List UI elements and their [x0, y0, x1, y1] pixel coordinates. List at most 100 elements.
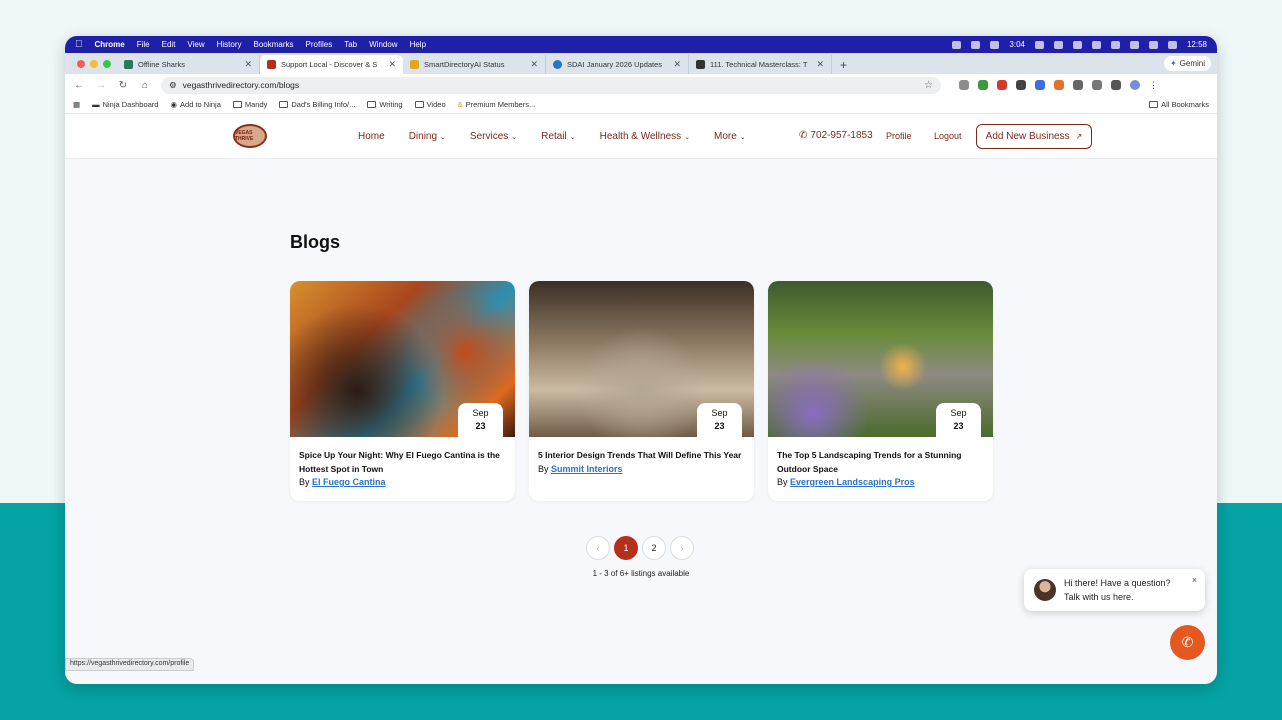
close-tab-icon[interactable]: ✕ — [388, 59, 396, 70]
extension-icon[interactable] — [1054, 80, 1064, 90]
blog-image[interactable]: Sep 23 — [290, 281, 515, 437]
blog-title[interactable]: Spice Up Your Night: Why El Fuego Cantin… — [290, 437, 515, 476]
new-tab-button[interactable]: + — [832, 55, 855, 74]
close-icon[interactable]: × — [1192, 575, 1197, 585]
menu-bookmarks[interactable]: Bookmarks — [254, 40, 294, 49]
menu-help[interactable]: Help — [410, 40, 426, 49]
dropbox-icon[interactable] — [1053, 40, 1063, 49]
close-tab-icon[interactable]: ✕ — [816, 59, 824, 70]
display-icon[interactable] — [1091, 40, 1101, 49]
address-bar[interactable]: ⚙ vegasthrivedirectory.com/blogs ☆ — [161, 76, 941, 94]
back-arrow-icon[interactable]: ← — [73, 80, 85, 91]
chat-prompt[interactable]: Hi there! Have a question? Talk with us … — [1024, 569, 1205, 611]
search-icon[interactable] — [1110, 40, 1120, 49]
control-center-icon[interactable] — [1167, 40, 1177, 49]
bookmark-folder[interactable]: Mandy — [232, 100, 267, 109]
puzzle-icon[interactable] — [1073, 80, 1083, 90]
gemini-button[interactable]: ✦ Gemini — [1163, 56, 1211, 71]
nav-health-wellness[interactable]: Health & Wellness ⌄ — [600, 131, 690, 142]
menu-edit[interactable]: Edit — [162, 40, 176, 49]
extension-icon[interactable] — [1035, 80, 1045, 90]
blog-card[interactable]: Sep 23 5 Interior Design Trends That Wil… — [529, 281, 754, 501]
logout-link[interactable]: Logout — [934, 131, 962, 141]
bookmark-item[interactable]: ◉ Add to Ninja — [170, 100, 220, 109]
apps-grid-icon[interactable]: ▦ — [73, 100, 80, 109]
close-tab-icon[interactable]: ✕ — [530, 59, 538, 70]
extension-icon[interactable] — [978, 80, 988, 90]
profile-link[interactable]: Profile — [886, 131, 912, 141]
minimize-window-button[interactable] — [90, 59, 98, 68]
menu-tab[interactable]: Tab — [344, 40, 357, 49]
site-info-icon[interactable]: ⚙ — [169, 80, 177, 91]
screen-record-icon[interactable] — [971, 40, 981, 49]
blog-card[interactable]: Sep 23 The Top 5 Landscaping Trends for … — [768, 281, 993, 501]
nav-dining[interactable]: Dining ⌄ — [409, 131, 446, 142]
tab-favicon-icon — [124, 60, 133, 69]
next-page-button[interactable]: › — [670, 536, 694, 560]
menu-view[interactable]: View — [187, 40, 204, 49]
menubar-clock[interactable]: 12:58 — [1187, 40, 1207, 49]
close-tab-icon[interactable]: ✕ — [673, 59, 681, 70]
status-icon[interactable] — [990, 40, 1000, 49]
browser-tab[interactable]: Offline Sharks ✕ — [117, 55, 260, 74]
menu-file[interactable]: File — [137, 40, 150, 49]
side-panel-icon[interactable] — [1092, 80, 1102, 90]
site-logo[interactable]: VEGAS THRIVE — [233, 124, 267, 148]
download-icon[interactable] — [1111, 80, 1121, 90]
nav-retail[interactable]: Retail ⌄ — [541, 131, 575, 142]
status-icon[interactable] — [1072, 40, 1082, 49]
author-link[interactable]: Summit Interiors — [551, 464, 623, 474]
browser-tab[interactable]: SDAI January 2026 Updates ✕ — [546, 55, 689, 74]
tab-title: Offline Sharks — [138, 60, 185, 69]
page-button-current[interactable]: 1 — [614, 536, 638, 560]
status-icon[interactable] — [952, 40, 962, 49]
menubar-app-name[interactable]: Chrome — [95, 40, 125, 49]
blog-card[interactable]: Sep 23 Spice Up Your Night: Why El Fuego… — [290, 281, 515, 501]
nav-home[interactable]: Home — [358, 131, 385, 142]
maximize-window-button[interactable] — [103, 59, 111, 68]
author-link[interactable]: Evergreen Landscaping Pros — [790, 477, 915, 487]
battery-icon[interactable] — [1148, 40, 1158, 49]
extension-icon[interactable] — [959, 80, 969, 90]
browser-tab[interactable]: 111. Technical Masterclass: T ✕ — [689, 55, 832, 74]
profile-avatar-icon[interactable] — [1130, 80, 1140, 90]
bookmark-folder[interactable]: Video — [414, 100, 446, 109]
apple-icon[interactable]:  — [75, 39, 83, 50]
add-new-business-button[interactable]: Add New Business ↗ — [976, 124, 1092, 149]
extension-icon[interactable] — [997, 80, 1007, 90]
prev-page-button[interactable]: ‹ — [586, 536, 610, 560]
eyedropper-icon[interactable] — [1016, 80, 1026, 90]
page-button[interactable]: 2 — [642, 536, 666, 560]
wifi-icon[interactable] — [1129, 40, 1139, 49]
browser-tab-active[interactable]: Support Local - Discover & S ✕ — [260, 55, 403, 74]
nav-services[interactable]: Services ⌄ — [470, 131, 517, 142]
battery-time[interactable]: 3:04 — [1009, 40, 1025, 49]
bookmark-folder[interactable]: Dad's Billing Info/... — [279, 100, 355, 109]
external-arrow-icon: ↗ — [1075, 132, 1083, 141]
menu-window[interactable]: Window — [369, 40, 397, 49]
chevron-down-icon: ⌄ — [739, 133, 746, 141]
blog-image[interactable]: Sep 23 — [529, 281, 754, 437]
browser-tab[interactable]: SmartDirectoryAI Status ✕ — [403, 55, 546, 74]
bookmark-item[interactable]: ▬ Ninja Dashboard — [92, 100, 158, 109]
bookmark-star-icon[interactable]: ☆ — [924, 80, 933, 91]
close-window-button[interactable] — [77, 59, 85, 68]
all-bookmarks-button[interactable]: All Bookmarks — [1149, 100, 1209, 109]
phone-link[interactable]: ✆ 702-957-1853 — [799, 130, 873, 141]
home-icon[interactable]: ⌂ — [139, 80, 151, 91]
blog-title[interactable]: The Top 5 Landscaping Trends for a Stunn… — [768, 437, 993, 476]
bookmark-item[interactable]: & Premium Members... — [458, 100, 536, 109]
blog-image[interactable]: Sep 23 — [768, 281, 993, 437]
nav-more[interactable]: More ⌄ — [714, 131, 746, 142]
bookmark-folder[interactable]: Writing — [367, 100, 403, 109]
menu-history[interactable]: History — [217, 40, 242, 49]
author-link[interactable]: El Fuego Cantina — [312, 477, 386, 487]
menu-profiles[interactable]: Profiles — [306, 40, 333, 49]
blog-title[interactable]: 5 Interior Design Trends That Will Defin… — [529, 437, 754, 463]
reload-icon[interactable]: ↻ — [117, 80, 129, 91]
status-icon[interactable] — [1034, 40, 1044, 49]
call-button[interactable]: ✆ — [1170, 625, 1205, 660]
close-tab-icon[interactable]: ✕ — [244, 59, 252, 70]
forward-arrow-icon[interactable]: → — [95, 80, 107, 91]
more-menu-icon[interactable]: ⋮ — [1149, 80, 1158, 91]
